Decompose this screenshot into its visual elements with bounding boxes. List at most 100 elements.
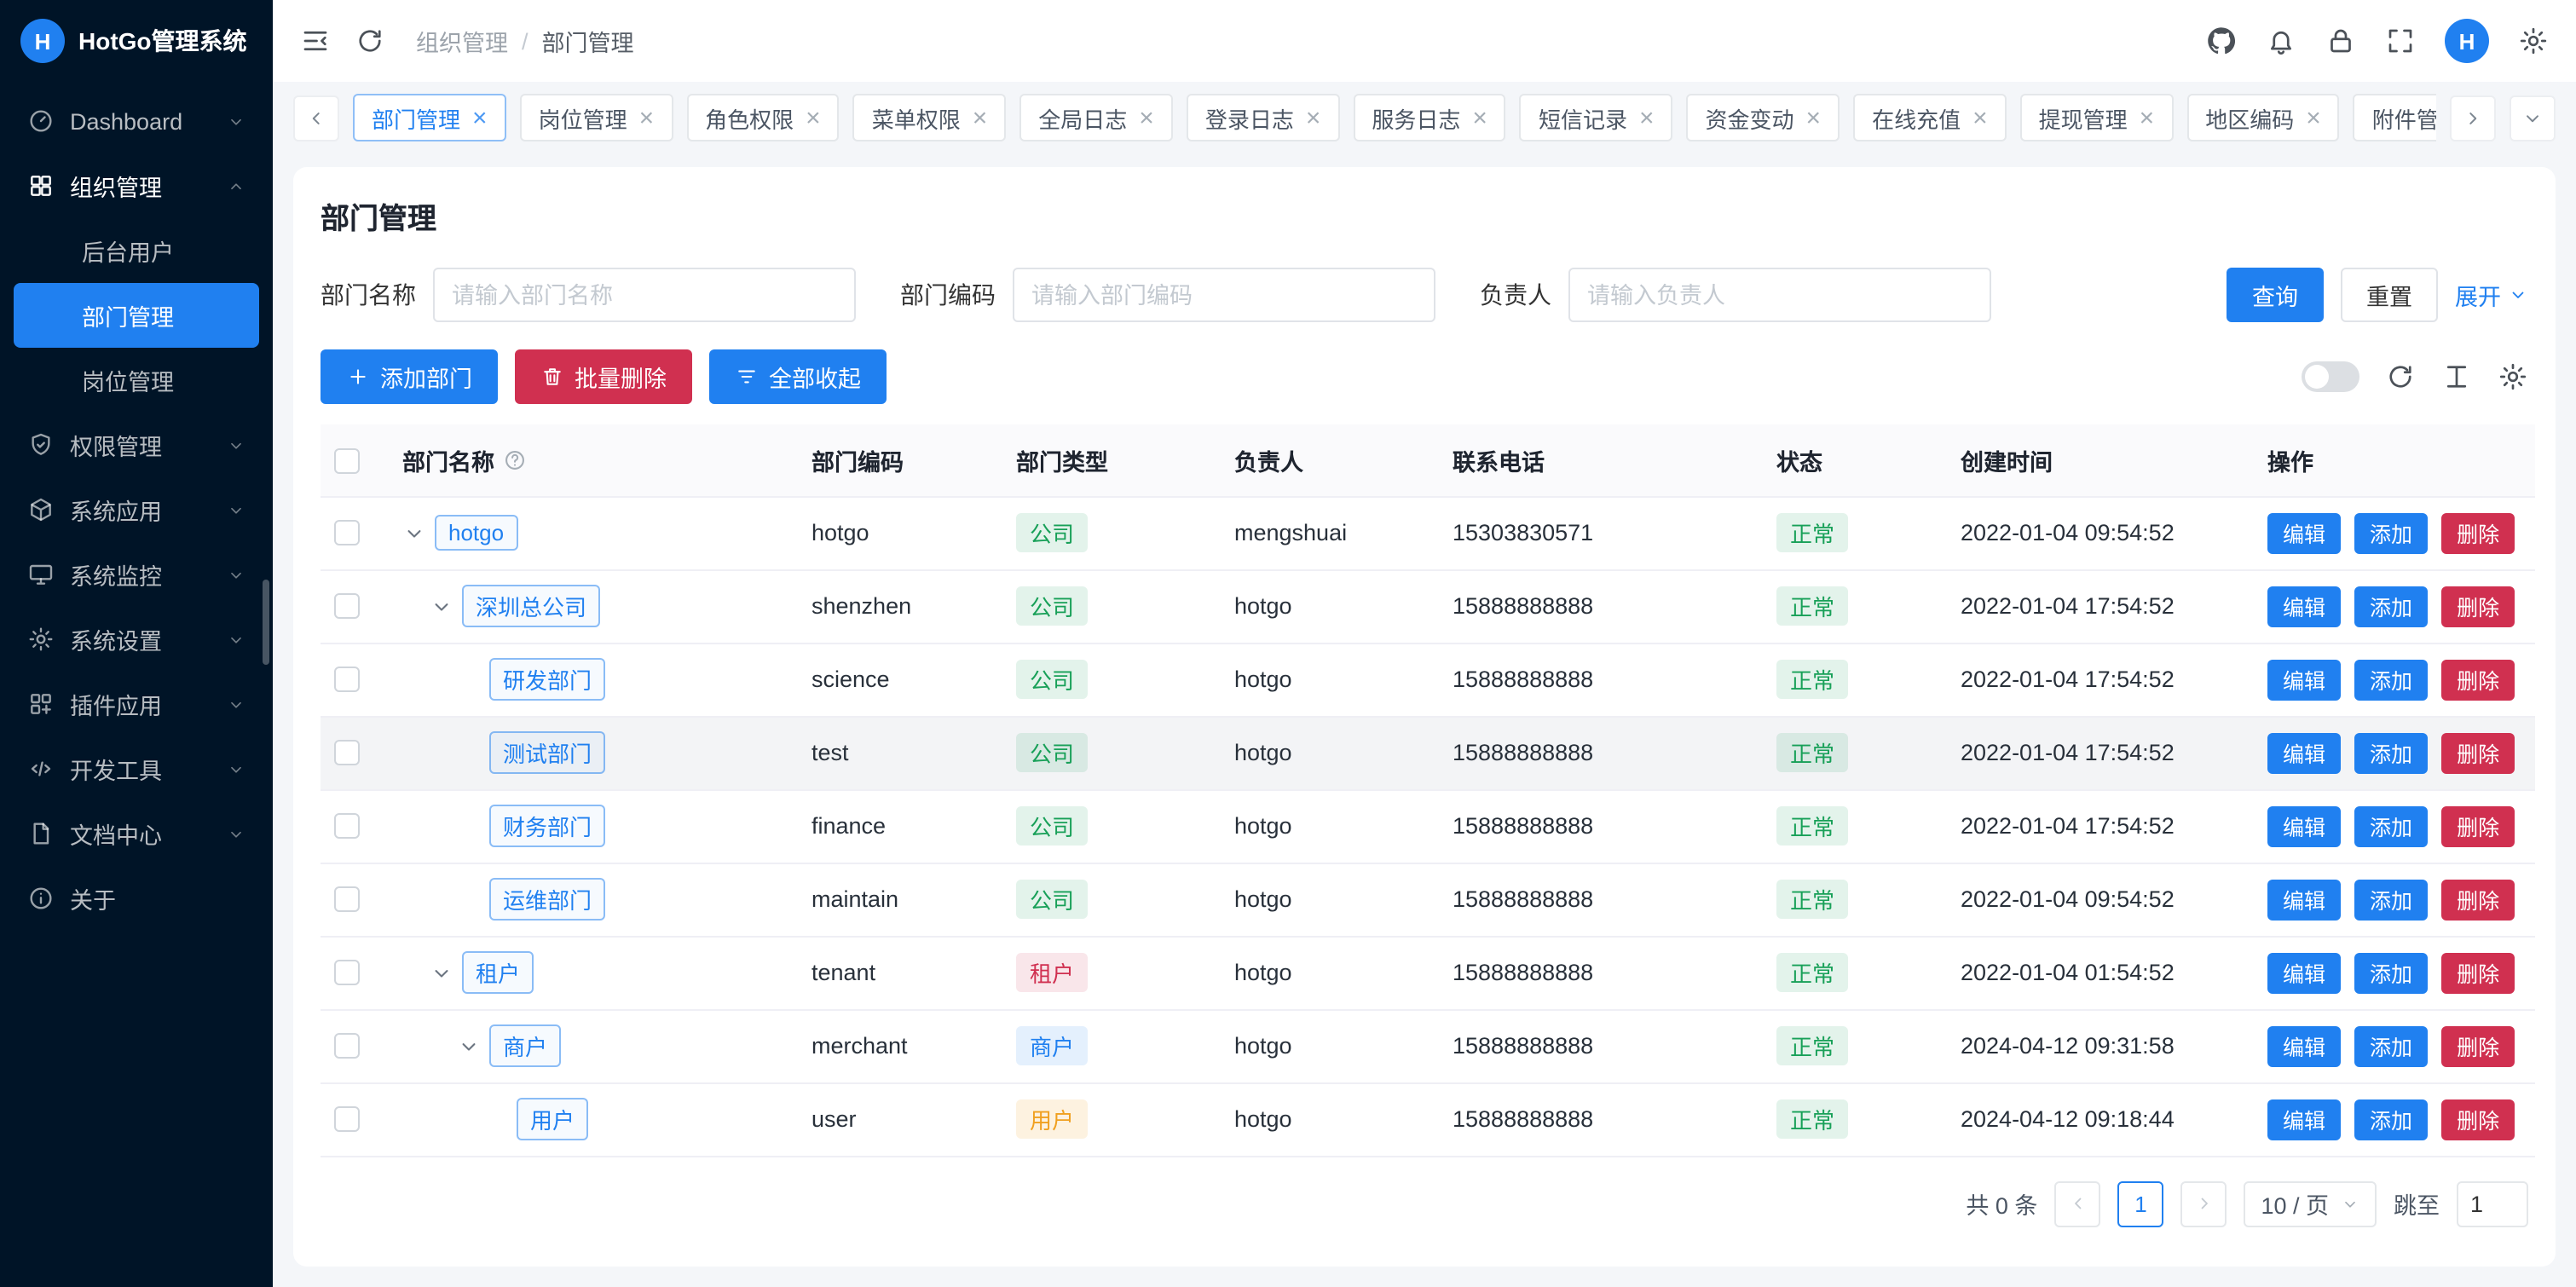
row-checkbox[interactable] [334,887,360,913]
sidebar-item-system-monitor[interactable]: 系统监控 [14,542,259,607]
breadcrumb-parent[interactable]: 组织管理 [416,24,508,58]
tab-role-perm[interactable]: 角色权限× [686,94,840,141]
user-avatar[interactable]: H [2445,19,2489,63]
page-refresh-icon[interactable] [355,26,385,56]
table-row[interactable]: 商户merchant商户hotgo15888888888正常2024-04-12… [321,1009,2535,1082]
add-row-button[interactable]: 添加 [2354,732,2428,773]
sidebar-item-dev-tools[interactable]: 开发工具 [14,736,259,801]
tab-login-log[interactable]: 登录日志× [1187,94,1340,141]
row-checkbox[interactable] [334,741,360,766]
table-row[interactable]: 测试部门test公司hotgo15888888888正常2022-01-04 1… [321,716,2535,789]
delete-row-button[interactable]: 删除 [2441,586,2515,626]
tab-close-icon[interactable]: × [1472,105,1487,130]
dept-name-tag[interactable]: 运维部门 [489,878,605,921]
sidebar-item-about[interactable]: 关于 [14,866,259,931]
add-row-button[interactable]: 添加 [2354,952,2428,993]
tab-menu-perm[interactable]: 菜单权限× [853,94,1007,141]
tab-service-log[interactable]: 服务日志× [1353,94,1506,141]
delete-row-button[interactable]: 删除 [2441,512,2515,553]
edit-row-button[interactable]: 编辑 [2267,732,2341,773]
dept-name-tag[interactable]: 测试部门 [489,731,605,774]
tab-close-icon[interactable]: × [1306,105,1321,130]
delete-row-button[interactable]: 删除 [2441,805,2515,846]
filter-input-leader[interactable] [1568,268,1991,322]
row-checkbox[interactable] [334,1107,360,1133]
dept-name-tag[interactable]: 深圳总公司 [462,585,600,627]
tab-close-icon[interactable]: × [1972,105,1988,130]
table-row[interactable]: 深圳总公司shenzhen公司hotgo15888888888正常2022-01… [321,569,2535,643]
fullscreen-icon[interactable] [2385,26,2416,56]
table-reload-icon[interactable] [2385,361,2416,392]
dept-name-tag[interactable]: 研发部门 [489,658,605,701]
delete-row-button[interactable]: 删除 [2441,1099,2515,1140]
app-logo[interactable]: H HotGo管理系统 [0,0,273,82]
edit-row-button[interactable]: 编辑 [2267,805,2341,846]
edit-row-button[interactable]: 编辑 [2267,879,2341,920]
tab-region-code[interactable]: 地区编码× [2186,94,2340,141]
sidebar-item-permission[interactable]: 权限管理 [14,413,259,477]
select-all-checkbox[interactable] [334,447,360,473]
tab-fund-change[interactable]: 资金变动× [1687,94,1840,141]
help-icon[interactable] [503,448,527,472]
expand-chevron-icon[interactable] [430,594,453,618]
delete-row-button[interactable]: 删除 [2441,732,2515,773]
edit-row-button[interactable]: 编辑 [2267,512,2341,553]
batch-delete-button[interactable]: 批量删除 [515,349,692,404]
sidebar-item-dashboard[interactable]: Dashboard [14,89,259,153]
pagination-next-button[interactable] [2180,1180,2227,1226]
expand-filters-link[interactable]: 展开 [2455,278,2528,312]
sidebar-item-system-app[interactable]: 系统应用 [14,477,259,542]
filter-input-dept-name[interactable] [433,268,856,322]
tabs-scroll-left-button[interactable] [293,95,339,141]
dept-name-tag[interactable]: 租户 [462,951,534,994]
edit-row-button[interactable]: 编辑 [2267,1025,2341,1066]
add-row-button[interactable]: 添加 [2354,879,2428,920]
tab-post-manage[interactable]: 岗位管理× [520,94,673,141]
add-row-button[interactable]: 添加 [2354,805,2428,846]
screen-lock-icon[interactable] [2325,26,2356,56]
pagination-page-button[interactable]: 1 [2117,1180,2163,1226]
expand-chevron-icon[interactable] [402,521,426,545]
edit-row-button[interactable]: 编辑 [2267,586,2341,626]
sidebar-item-plugin-app[interactable]: 插件应用 [14,672,259,736]
sidebar-subitem-dept-manage[interactable]: 部门管理 [14,283,259,348]
dept-name-tag[interactable]: 商户 [489,1024,561,1067]
tab-withdraw-manage[interactable]: 提现管理× [2020,94,2174,141]
notifications-icon[interactable] [2266,26,2296,56]
reset-button[interactable]: 重置 [2341,268,2438,322]
sidebar-collapse-icon[interactable] [300,26,331,56]
delete-row-button[interactable]: 删除 [2441,879,2515,920]
table-row[interactable]: 财务部门finance公司hotgo15888888888正常2022-01-0… [321,789,2535,863]
sidebar-item-system-setting[interactable]: 系统设置 [14,607,259,672]
add-row-button[interactable]: 添加 [2354,512,2428,553]
settings-icon[interactable] [2518,26,2549,56]
dept-name-tag[interactable]: hotgo [435,515,517,551]
edit-row-button[interactable]: 编辑 [2267,1099,2341,1140]
row-checkbox[interactable] [334,961,360,986]
sidebar-subitem-post-manage[interactable]: 岗位管理 [14,348,259,413]
add-row-button[interactable]: 添加 [2354,659,2428,700]
collapse-all-button[interactable]: 全部收起 [709,349,887,404]
tab-close-icon[interactable]: × [1639,105,1655,130]
github-icon[interactable] [2206,26,2237,56]
tab-sms-record[interactable]: 短信记录× [1520,94,1673,141]
striped-toggle[interactable] [2302,361,2359,392]
expand-chevron-icon[interactable] [457,1034,481,1058]
tabs-scroll-right-button[interactable] [2450,95,2496,141]
table-row[interactable]: 研发部门science公司hotgo15888888888正常2022-01-0… [321,643,2535,716]
row-checkbox[interactable] [334,667,360,693]
add-row-button[interactable]: 添加 [2354,1025,2428,1066]
filter-input-dept-code[interactable] [1013,268,1435,322]
tab-online-recharge[interactable]: 在线充值× [1853,94,2007,141]
row-checkbox[interactable] [334,521,360,546]
add-row-button[interactable]: 添加 [2354,1099,2428,1140]
table-row[interactable]: 租户tenant租户hotgo15888888888正常2022-01-04 0… [321,936,2535,1009]
tab-global-log[interactable]: 全局日志× [1019,94,1173,141]
dept-name-tag[interactable]: 用户 [517,1098,588,1140]
delete-row-button[interactable]: 删除 [2441,1025,2515,1066]
search-button[interactable]: 查询 [2227,268,2324,322]
row-checkbox[interactable] [334,814,360,840]
table-density-icon[interactable] [2441,361,2472,392]
sidebar-item-organization[interactable]: 组织管理 [14,153,259,218]
tab-close-icon[interactable]: × [2306,105,2321,130]
